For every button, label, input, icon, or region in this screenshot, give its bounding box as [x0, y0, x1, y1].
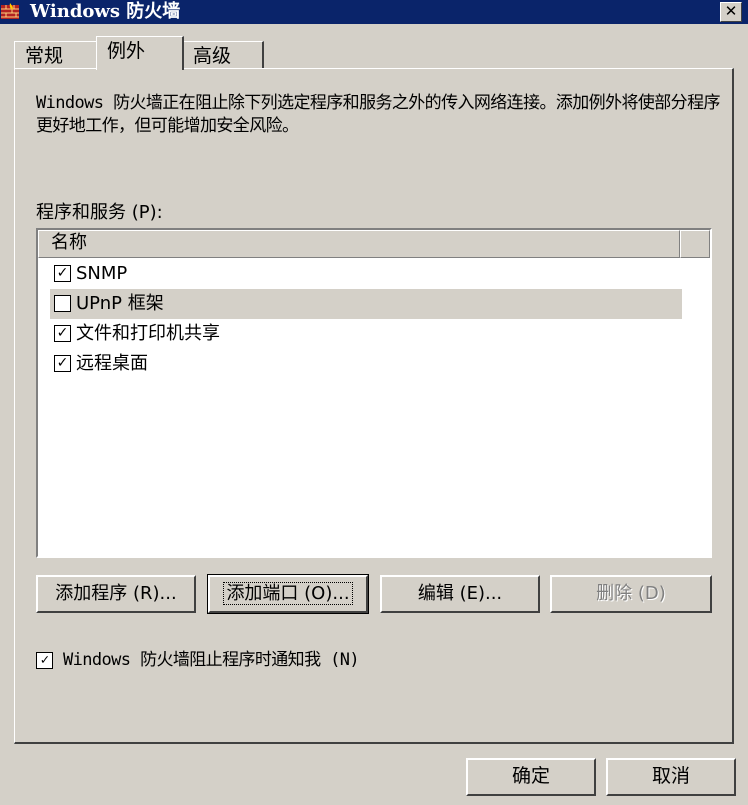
item-checkbox[interactable]: ✓: [54, 265, 71, 282]
programs-services-label: 程序和服务 (P):: [36, 202, 163, 223]
item-label: 远程桌面: [76, 353, 148, 374]
description-text: Windows 防火墙正在阻止除下列选定程序和服务之外的传入网络连接。添加例外将…: [36, 93, 720, 136]
item-label: SNMP: [76, 263, 128, 284]
tab-advanced[interactable]: 高级: [182, 41, 264, 69]
close-button[interactable]: ✕: [720, 2, 742, 22]
item-label: 文件和打印机共享: [76, 323, 220, 344]
close-icon: ✕: [724, 2, 738, 20]
list-item[interactable]: ✓ 远程桌面: [50, 349, 682, 379]
add-port-button[interactable]: 添加端口 (O)...: [207, 574, 369, 614]
notify-option[interactable]: ✓ Windows 防火墙阻止程序时通知我 (N): [36, 645, 360, 670]
delete-label: 删除 (D): [596, 583, 666, 604]
item-label: UPnP 框架: [76, 293, 164, 314]
ok-label: 确定: [511, 765, 550, 787]
cancel-label: 取消: [651, 765, 690, 787]
tab-advanced-label: 高级: [193, 45, 232, 67]
notify-label: Windows 防火墙阻止程序时通知我 (N): [63, 650, 360, 670]
delete-button: 删除 (D): [550, 575, 712, 613]
tab-exceptions[interactable]: 例外: [96, 36, 184, 70]
column-header-name[interactable]: 名称: [38, 230, 680, 258]
ok-button[interactable]: 确定: [466, 758, 596, 796]
title-bar: Windows 防火墙 ✕: [0, 0, 748, 24]
tab-general[interactable]: 常规: [14, 41, 98, 69]
item-checkbox[interactable]: ✓: [54, 325, 71, 342]
add-program-label: 添加程序 (R)...: [55, 583, 177, 604]
firewall-icon: [1, 3, 19, 19]
list-item[interactable]: ✓ SNMP: [50, 259, 682, 289]
notify-checkbox[interactable]: ✓: [36, 651, 53, 669]
edit-label: 编辑 (E)...: [417, 583, 503, 604]
list-item[interactable]: UPnP 框架: [50, 289, 682, 319]
item-checkbox[interactable]: [54, 295, 71, 312]
cancel-button[interactable]: 取消: [606, 758, 736, 796]
item-checkbox[interactable]: ✓: [54, 355, 71, 372]
tab-exceptions-label: 例外: [107, 40, 146, 62]
add-program-button[interactable]: 添加程序 (R)...: [36, 575, 196, 613]
programs-services-list[interactable]: 名称 ✓ SNMP UPnP 框架 ✓ 文件和打印机共享 ✓ 远程桌面: [36, 228, 712, 558]
column-header-filler: [680, 230, 710, 258]
add-port-label: 添加端口 (O)...: [223, 582, 353, 605]
window-title: Windows 防火墙: [30, 1, 181, 22]
tab-general-label: 常规: [25, 45, 64, 67]
list-item[interactable]: ✓ 文件和打印机共享: [50, 319, 682, 349]
edit-button[interactable]: 编辑 (E)...: [380, 575, 540, 613]
